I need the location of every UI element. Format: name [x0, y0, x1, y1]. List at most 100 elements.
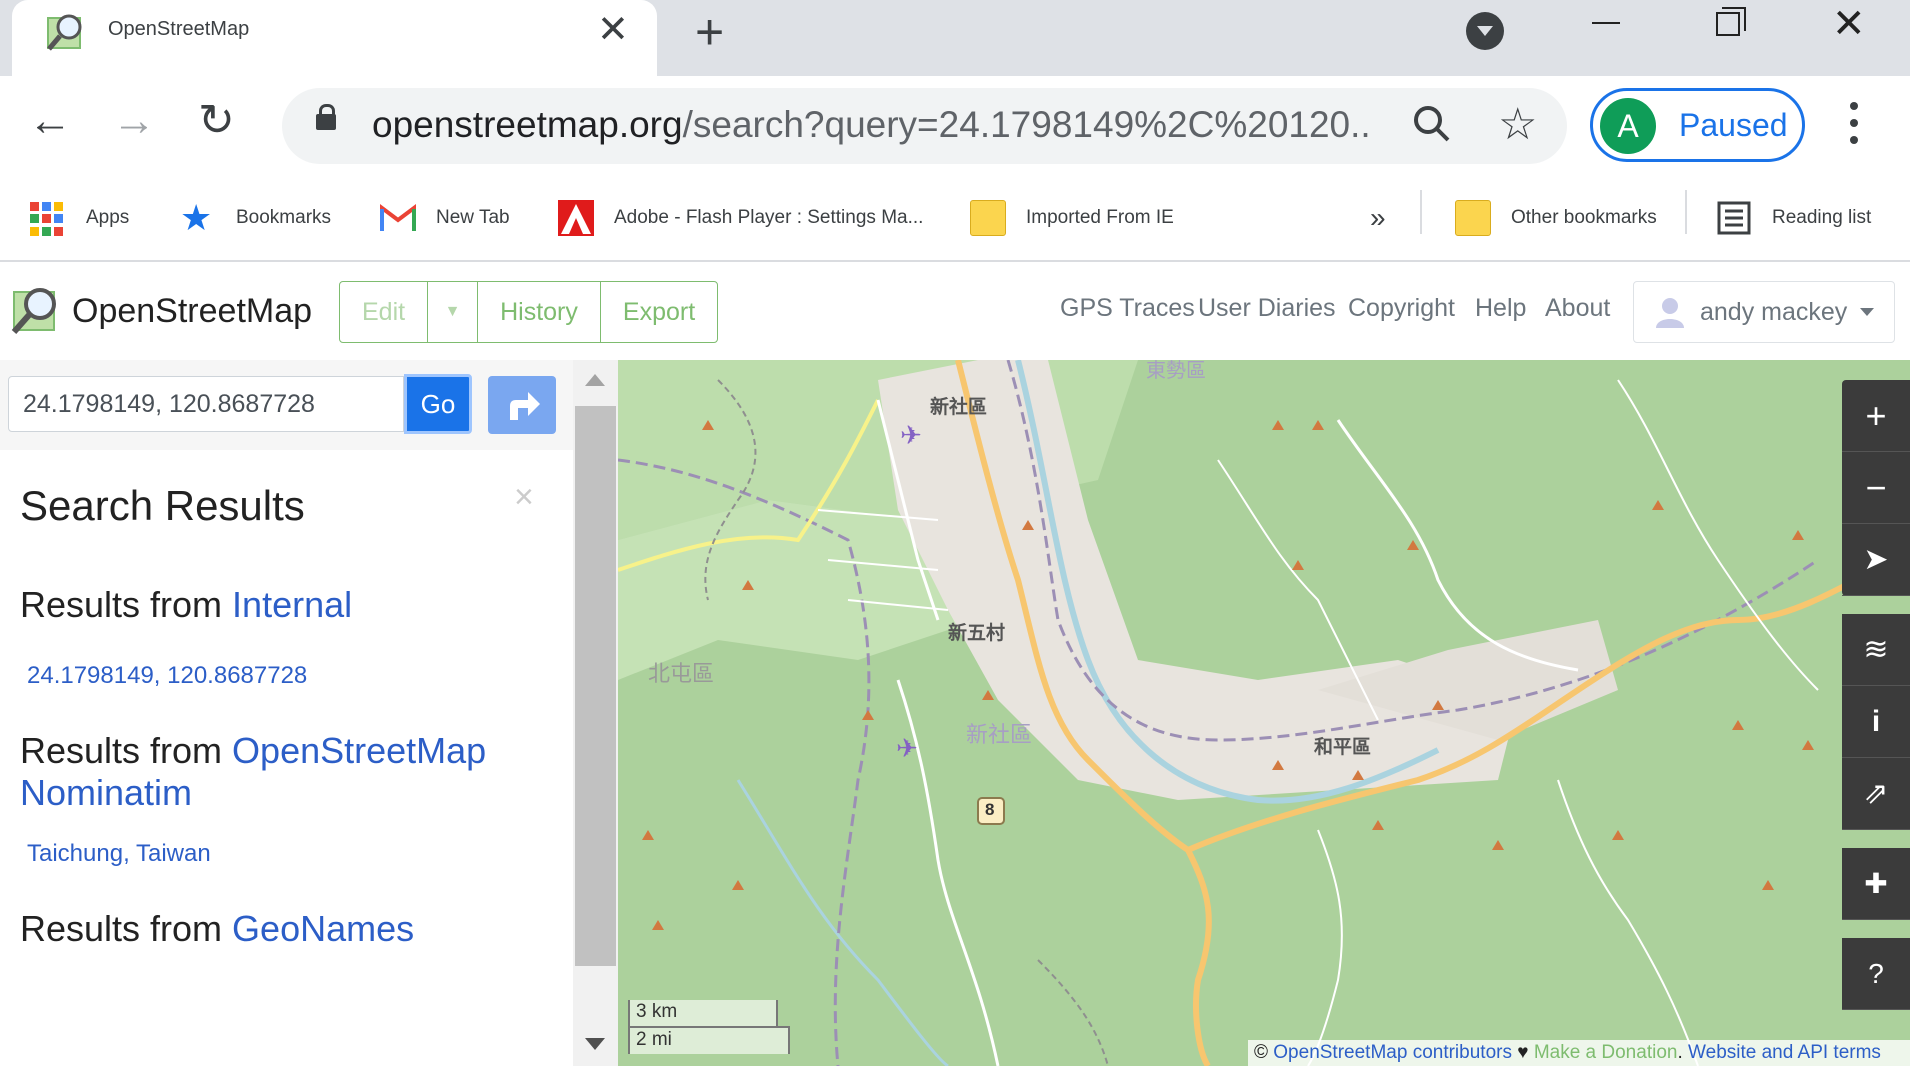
bookmark-new-tab[interactable]: New Tab [380, 198, 510, 238]
url-text[interactable]: openstreetmap.org/search?query=24.179814… [372, 104, 1372, 146]
nav-copyright[interactable]: Copyright [1348, 294, 1455, 323]
attribution-dot: . [1677, 1042, 1689, 1063]
query-features-icon[interactable]: ? [1842, 938, 1910, 1010]
url-domain: openstreetmap.org [372, 104, 683, 145]
scroll-down-arrow-icon[interactable] [585, 1038, 605, 1050]
profile-status: Paused [1679, 107, 1788, 143]
directions-icon [510, 392, 540, 420]
bookmark-label: Adobe - Flash Player : Settings Ma... [614, 207, 924, 228]
map-view[interactable]: ✈ ✈ 新社區 新五村 北屯區 新社區 和平區 8 東勢區 + − ➤ ≋ i … [618, 360, 1910, 1066]
results-section-heading: Results from OpenStreetMap Nominatim [20, 730, 540, 814]
bookmarks-divider [1420, 190, 1422, 234]
window-restore-icon[interactable] [1716, 7, 1746, 36]
results-prefix: Results from [20, 584, 233, 625]
search-results-panel: Search Results × Results from Internal 2… [0, 450, 573, 1066]
browser-tab-strip: OpenStreetMap ✕ + ✕ [0, 0, 1910, 76]
more-bookmarks-chevron-icon[interactable]: » [1370, 198, 1386, 238]
reading-list-icon [1717, 201, 1751, 235]
bookmark-label: Bookmarks [236, 207, 332, 228]
edit-button[interactable]: Edit [340, 282, 429, 342]
reading-list-button[interactable]: Reading list [1716, 198, 1871, 238]
directions-button[interactable] [488, 376, 556, 434]
lock-icon [316, 104, 336, 130]
result-link[interactable]: 24.1798149, 120.8687728 [27, 662, 307, 690]
zoom-in-button[interactable]: + [1842, 380, 1910, 452]
scroll-up-arrow-icon[interactable] [585, 374, 605, 386]
map-place-label: 新社區 [930, 397, 988, 418]
tab-close-icon[interactable]: ✕ [597, 10, 629, 50]
go-button[interactable]: Go [404, 374, 472, 434]
osm-header: OpenStreetMap Edit ▼ History Export GPS … [0, 262, 1910, 360]
map-attribution: © OpenStreetMap contributors ♥ Make a Do… [1248, 1040, 1910, 1066]
bookmark-label: Apps [86, 207, 130, 228]
nav-gps-traces[interactable]: GPS Traces [1060, 294, 1195, 323]
user-name: andy mackey [1700, 298, 1848, 326]
copyright-symbol: © [1254, 1042, 1274, 1063]
nav-help[interactable]: Help [1475, 294, 1526, 323]
back-arrow-icon[interactable]: ← [28, 96, 72, 146]
sidebar: Go Search Results × Results from Interna… [0, 360, 618, 1066]
results-source-link[interactable]: Internal [232, 584, 352, 625]
results-section-heading: Results from GeoNames [20, 908, 414, 950]
scroll-thumb[interactable] [575, 406, 616, 966]
bookmark-bookmarks[interactable]: ★ Bookmarks [180, 198, 331, 238]
bookmark-label: Imported From IE [1026, 207, 1174, 228]
map-place-label: 北屯區 [648, 661, 715, 686]
tab-title: OpenStreetMap [108, 18, 250, 40]
nav-user-diaries[interactable]: User Diaries [1198, 294, 1336, 323]
results-prefix: Results from [20, 730, 233, 771]
profile-button[interactable]: A Paused [1590, 88, 1805, 162]
new-tab-plus-icon[interactable]: + [695, 7, 724, 57]
route-shield-label: 8 [985, 800, 995, 819]
export-button[interactable]: Export [601, 282, 717, 342]
osm-contributors-link[interactable]: OpenStreetMap contributors [1273, 1042, 1512, 1063]
bookmark-other-bookmarks[interactable]: Other bookmarks [1455, 198, 1657, 238]
nav-about[interactable]: About [1545, 294, 1610, 323]
address-bar[interactable]: openstreetmap.org/search?query=24.179814… [282, 88, 1567, 164]
apps-grid-icon [30, 200, 66, 236]
map-key-info-icon[interactable]: i [1842, 686, 1910, 758]
reload-icon[interactable]: ↻ [198, 96, 235, 146]
site-title[interactable]: OpenStreetMap [72, 292, 312, 331]
tab-search-icon[interactable] [1466, 12, 1504, 50]
bookmark-label: Other bookmarks [1511, 207, 1657, 228]
user-caret-icon [1860, 308, 1874, 316]
zoom-magnifier-icon[interactable] [1412, 102, 1452, 146]
locate-me-icon[interactable]: ➤ [1842, 524, 1910, 596]
osm-logo-icon[interactable] [10, 284, 62, 336]
window-minimize-icon[interactable] [1592, 22, 1620, 24]
bookmark-adobe[interactable]: Adobe - Flash Player : Settings Ma... [558, 198, 923, 238]
map-place-label: 新五村 [948, 623, 1006, 644]
scale-km: 3 km [628, 1000, 778, 1028]
bookmark-label: New Tab [436, 207, 510, 228]
edit-button-group: Edit ▼ History Export [339, 281, 719, 343]
browser-menu-icon[interactable] [1850, 102, 1858, 144]
edit-dropdown-caret-icon[interactable]: ▼ [428, 282, 479, 342]
profile-avatar: A [1600, 98, 1656, 154]
zoom-out-button[interactable]: − [1842, 452, 1910, 524]
map-place-label: 新社區 [966, 722, 1033, 747]
share-icon[interactable]: ⇗ [1842, 758, 1910, 830]
bookmarks-bar: Apps ★ Bookmarks New Tab Adobe - Flash P… [0, 176, 1910, 262]
bookmark-imported-from-ie[interactable]: Imported From IE [970, 198, 1174, 238]
layers-icon[interactable]: ≋ [1842, 614, 1910, 686]
history-button[interactable]: History [478, 282, 601, 342]
bookmark-label: Reading list [1772, 207, 1872, 228]
sidebar-scrollbar[interactable] [573, 360, 618, 1066]
donation-link[interactable]: Make a Donation [1534, 1042, 1678, 1063]
search-input[interactable] [8, 376, 404, 432]
bookmark-star-icon[interactable]: ☆ [1498, 100, 1537, 150]
user-menu-button[interactable]: andy mackey [1633, 281, 1895, 343]
result-link[interactable]: Taichung, Taiwan [27, 840, 211, 868]
results-source-link[interactable]: GeoNames [232, 908, 414, 949]
api-terms-link[interactable]: Website and API terms [1688, 1042, 1881, 1063]
window-close-icon[interactable]: ✕ [1832, 0, 1866, 48]
browser-tab-active[interactable]: OpenStreetMap ✕ [12, 0, 657, 76]
query-controls: ? [1842, 938, 1910, 1010]
browser-toolbar: ← → ↻ openstreetmap.org/search?query=24.… [0, 76, 1910, 176]
forward-arrow-icon[interactable]: → [112, 96, 156, 146]
map-place-label: 和平區 [1314, 737, 1372, 758]
close-results-icon[interactable]: × [514, 478, 534, 517]
add-note-icon[interactable]: ✚ [1842, 848, 1910, 920]
bookmark-apps[interactable]: Apps [30, 198, 129, 238]
